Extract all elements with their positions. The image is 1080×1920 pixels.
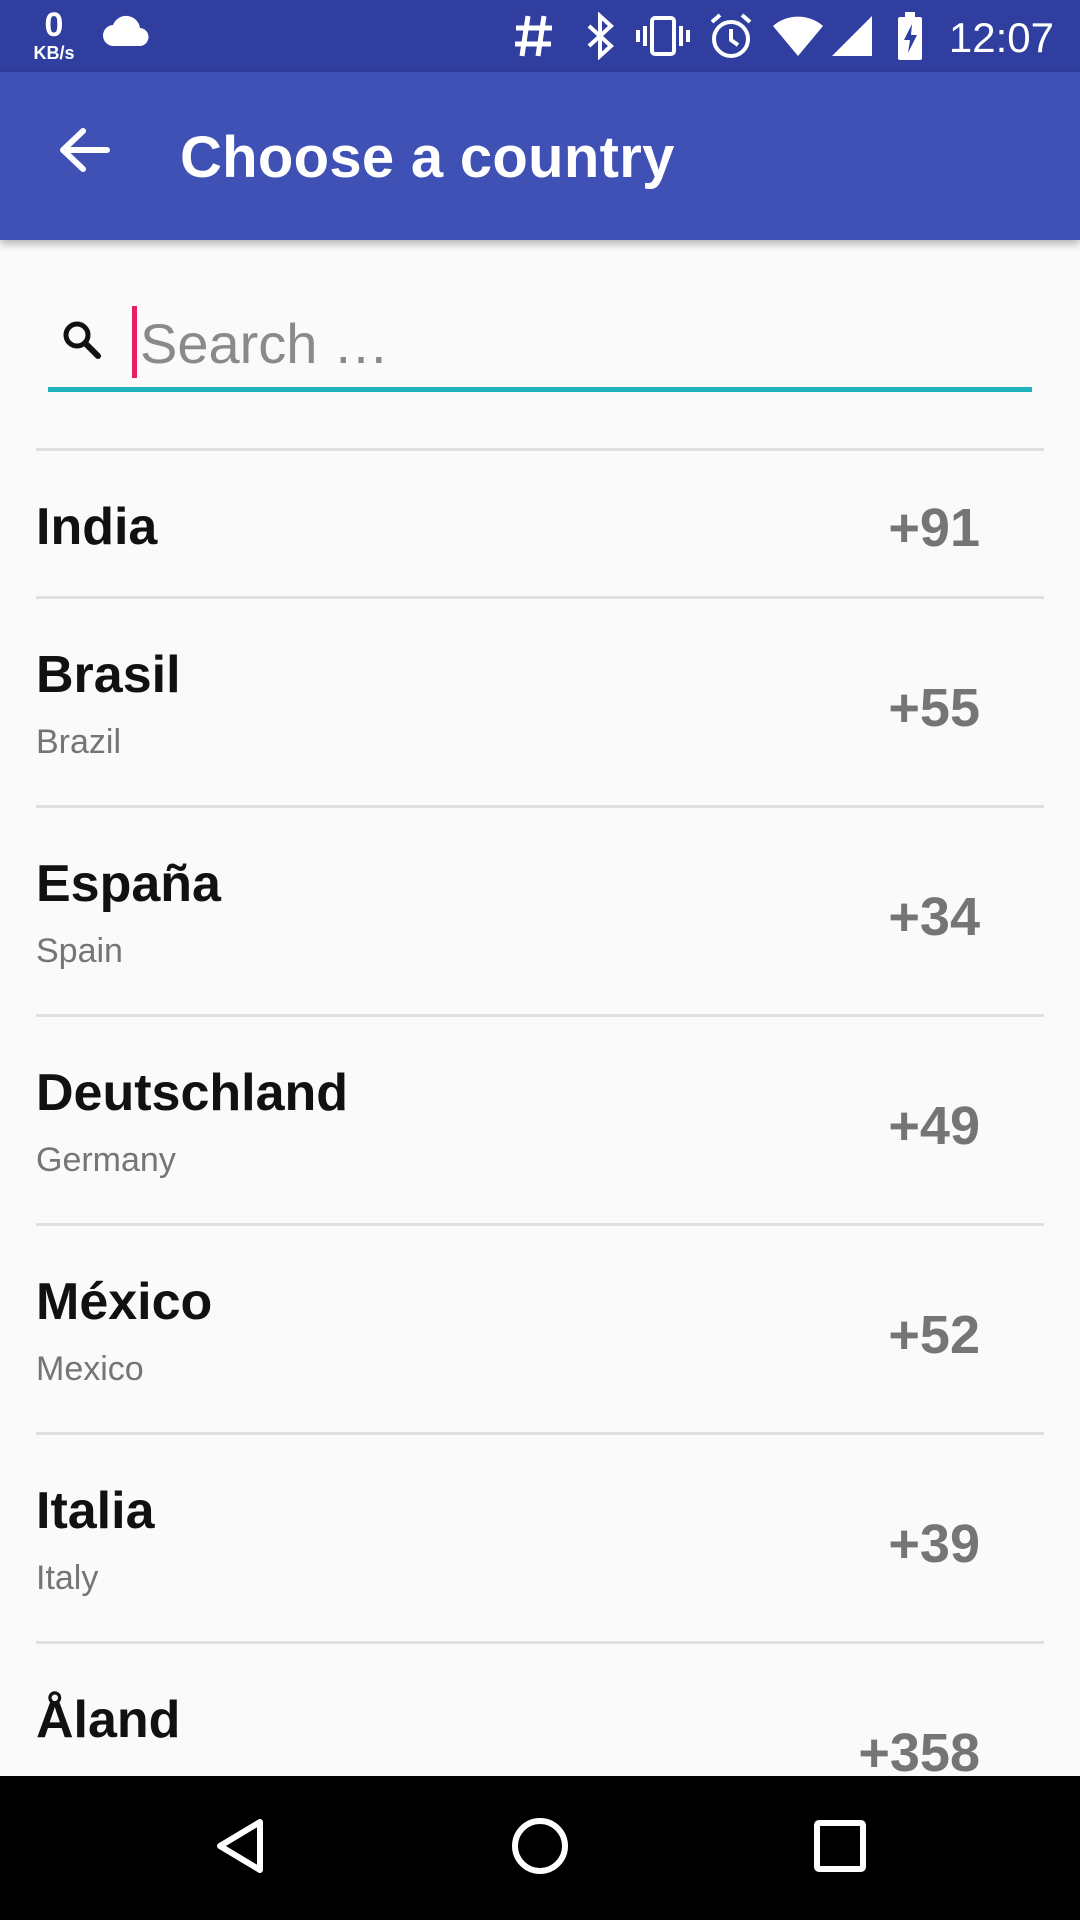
net-speed-value: 0 [44,6,64,44]
arrow-back-icon [57,126,111,179]
dial-code: +358 [858,1723,980,1776]
dial-code: +91 [888,498,980,558]
app-bar: Choose a country [0,72,1080,240]
nav-home-button[interactable] [504,1812,576,1884]
hash-icon [512,12,556,60]
country-english-name: Spain [36,932,123,970]
search-input[interactable] [130,300,1010,386]
country-native-name: Deutschland [36,1064,349,1122]
cloud-icon [102,14,150,50]
net-speed-unit: KB/s [33,43,75,63]
navigation-bar [0,1776,1080,1920]
dial-code: +52 [888,1305,980,1365]
country-native-name: Italia [36,1482,155,1540]
status-bar: 0 KB/s 12:07 [0,0,1080,72]
clock: 12:07 [948,14,1054,61]
list-item-italia[interactable]: Italia Italy +39 [36,1435,1044,1641]
signal-icon [830,14,874,58]
alarm-icon [708,12,754,60]
wifi-icon [772,14,824,58]
dial-code: +49 [888,1096,980,1156]
list-item-deutschland[interactable]: Deutschland Germany +49 [36,1017,1044,1223]
country-native-name: Åland [36,1691,181,1749]
nav-recents-button[interactable] [804,1812,876,1884]
list-item-india[interactable]: India +91 [36,451,1044,596]
country-list: India +91 Brasil Brazil +55 España Spain… [36,448,1044,1776]
dial-code: +34 [888,887,980,947]
nav-back-button[interactable] [204,1812,276,1884]
bluetooth-icon [584,12,616,60]
back-triangle-icon [210,1816,270,1881]
page-title: Choose a country [180,125,675,190]
country-english-name: Germany [36,1141,176,1179]
country-english-name: Italy [36,1559,99,1597]
country-english-name: Mexico [36,1350,144,1388]
text-cursor [132,306,137,378]
vibrate-icon [636,12,690,60]
recents-square-icon [812,1818,868,1879]
search-bar [48,300,1032,392]
list-item-mexico[interactable]: México Mexico +52 [36,1226,1044,1432]
dial-code: +55 [888,678,980,738]
back-button[interactable] [48,116,120,188]
list-item-brasil[interactable]: Brasil Brazil +55 [36,599,1044,805]
country-native-name: México [36,1273,213,1331]
country-english-name: Brazil [36,723,122,761]
country-native-name: Brasil [36,646,181,704]
net-speed-indicator: 0 KB/s [26,8,82,62]
search-icon [62,320,102,365]
list-item-aland[interactable]: Åland +358 [36,1644,1044,1776]
list-item-espana[interactable]: España Spain +34 [36,808,1044,1014]
battery-charging-icon [896,10,924,62]
country-native-name: España [36,855,221,913]
dial-code: +39 [888,1514,980,1574]
home-circle-icon [510,1816,570,1881]
country-native-name: India [36,498,158,556]
